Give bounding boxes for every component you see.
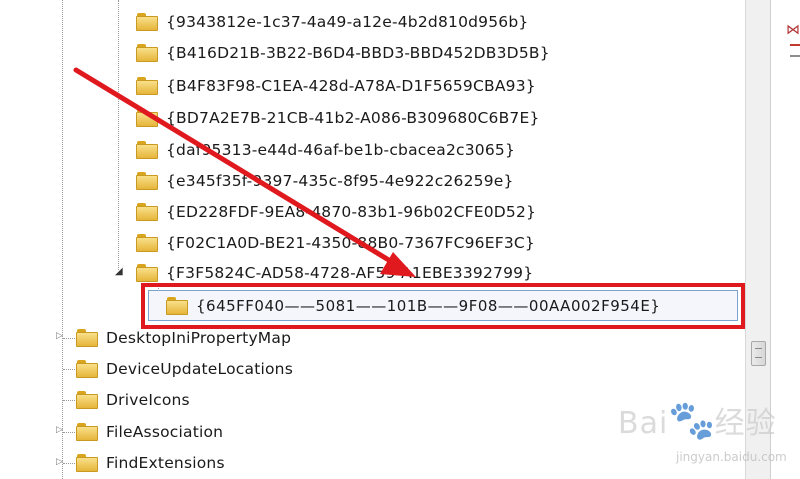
new-key-row[interactable]: {645FF040——5081——101B——9F08——00AA002F954… [166, 292, 660, 320]
tree-item-label: {F3F5824C-AD58-4728-AF59-A1EBE3392799} [166, 264, 534, 282]
tree-item[interactable]: {ED228FDF-9EA8-4870-83b1-96b02CFE0D52} [136, 198, 536, 226]
tree-item-label: DesktopIniPropertyMap [106, 329, 292, 347]
tree-line [63, 338, 77, 339]
folder-icon [136, 172, 158, 190]
tree-item-label: {B4F83F98-C1EA-428d-A78A-D1F5659CBA93} [166, 77, 536, 95]
watermark-site: jingyan.baidu.com [676, 450, 787, 464]
tree-item-label: {e345f35f-9397-435c-8f95-4e922c26259e} [166, 172, 514, 190]
tree-line [63, 369, 77, 370]
tree-item[interactable]: {F02C1A0D-BE21-4350-88B0-7367FC96EF3C} [136, 229, 535, 257]
tree-item-label: FindExtensions [106, 454, 225, 472]
tree-line [62, 0, 63, 479]
new-key-label: {645FF040——5081——101B——9F08——00AA002F954… [196, 297, 661, 315]
tree-item-label: DeviceUpdateLocations [106, 360, 293, 378]
tree-item[interactable]: FileAssociation [76, 418, 223, 446]
folder-icon [136, 141, 158, 159]
tree-item[interactable]: {daf95313-e44d-46af-be1b-cbacea2c3065} [136, 136, 515, 164]
tree-line [63, 400, 77, 401]
tree-item-label: {F02C1A0D-BE21-4350-88B0-7367FC96EF3C} [166, 234, 535, 252]
tree-item[interactable]: {e345f35f-9397-435c-8f95-4e922c26259e} [136, 167, 514, 195]
folder-icon [136, 203, 158, 221]
scrollbar-thumb[interactable] [751, 341, 766, 366]
expand-triangle-icon[interactable]: ▷ [56, 331, 63, 341]
folder-icon [136, 77, 158, 95]
tree-item-label: {9343812e-1c37-4a49-a12e-4b2d810d956b} [166, 13, 529, 31]
value-icon [790, 44, 800, 51]
expand-triangle-icon[interactable]: ▷ [56, 425, 63, 435]
folder-icon [136, 234, 158, 252]
tree-item-expanded[interactable]: {F3F5824C-AD58-4728-AF59-A1EBE3392799} [136, 259, 533, 287]
folder-icon [136, 109, 158, 127]
folder-icon [136, 44, 158, 62]
tree-item[interactable]: DeviceUpdateLocations [76, 355, 293, 383]
folder-icon [136, 264, 158, 282]
value-type-icon: ⋈ [786, 22, 800, 38]
tree-item[interactable]: {BD7A2E7B-21CB-41b2-A086-B309680C6B7E} [136, 104, 540, 132]
tree-item[interactable]: {B416D21B-3B22-B6D4-BBD3-BBD452DB3D5B} [136, 39, 550, 67]
folder-icon [136, 13, 158, 31]
folder-icon [76, 360, 98, 378]
folder-icon [166, 297, 188, 315]
baidu-watermark-logo: Bai🐾经验 [618, 398, 777, 442]
tree-item[interactable]: {B4F83F98-C1EA-428d-A78A-D1F5659CBA93} [136, 72, 536, 100]
tree-item[interactable]: DesktopIniPropertyMap [76, 324, 291, 352]
tree-item-label: DriveIcons [106, 391, 190, 409]
tree-item-label: {B416D21B-3B22-B6D4-BBD3-BBD452DB3D5B} [166, 44, 550, 62]
tree-line [118, 0, 119, 270]
tree-item-label: {BD7A2E7B-21CB-41b2-A086-B309680C6B7E} [166, 109, 540, 127]
tree-item[interactable]: DriveIcons [76, 386, 190, 414]
tree-item-label: FileAssociation [106, 423, 224, 441]
tree-line [63, 432, 77, 433]
value-icon [790, 55, 800, 62]
folder-icon [76, 423, 98, 441]
folder-icon [76, 329, 98, 347]
collapse-triangle-icon[interactable]: ◢ [115, 266, 123, 277]
folder-icon [76, 454, 98, 472]
folder-icon [76, 391, 98, 409]
tree-item-label: {daf95313-e44d-46af-be1b-cbacea2c3065} [166, 141, 516, 159]
tree-line [63, 463, 77, 464]
tree-item[interactable]: FindExtensions [76, 449, 225, 477]
tree-item-label: {ED228FDF-9EA8-4870-83b1-96b02CFE0D52} [166, 203, 537, 221]
expand-triangle-icon[interactable]: ▷ [56, 457, 63, 467]
tree-item[interactable]: {9343812e-1c37-4a49-a12e-4b2d810d956b} [136, 8, 528, 36]
